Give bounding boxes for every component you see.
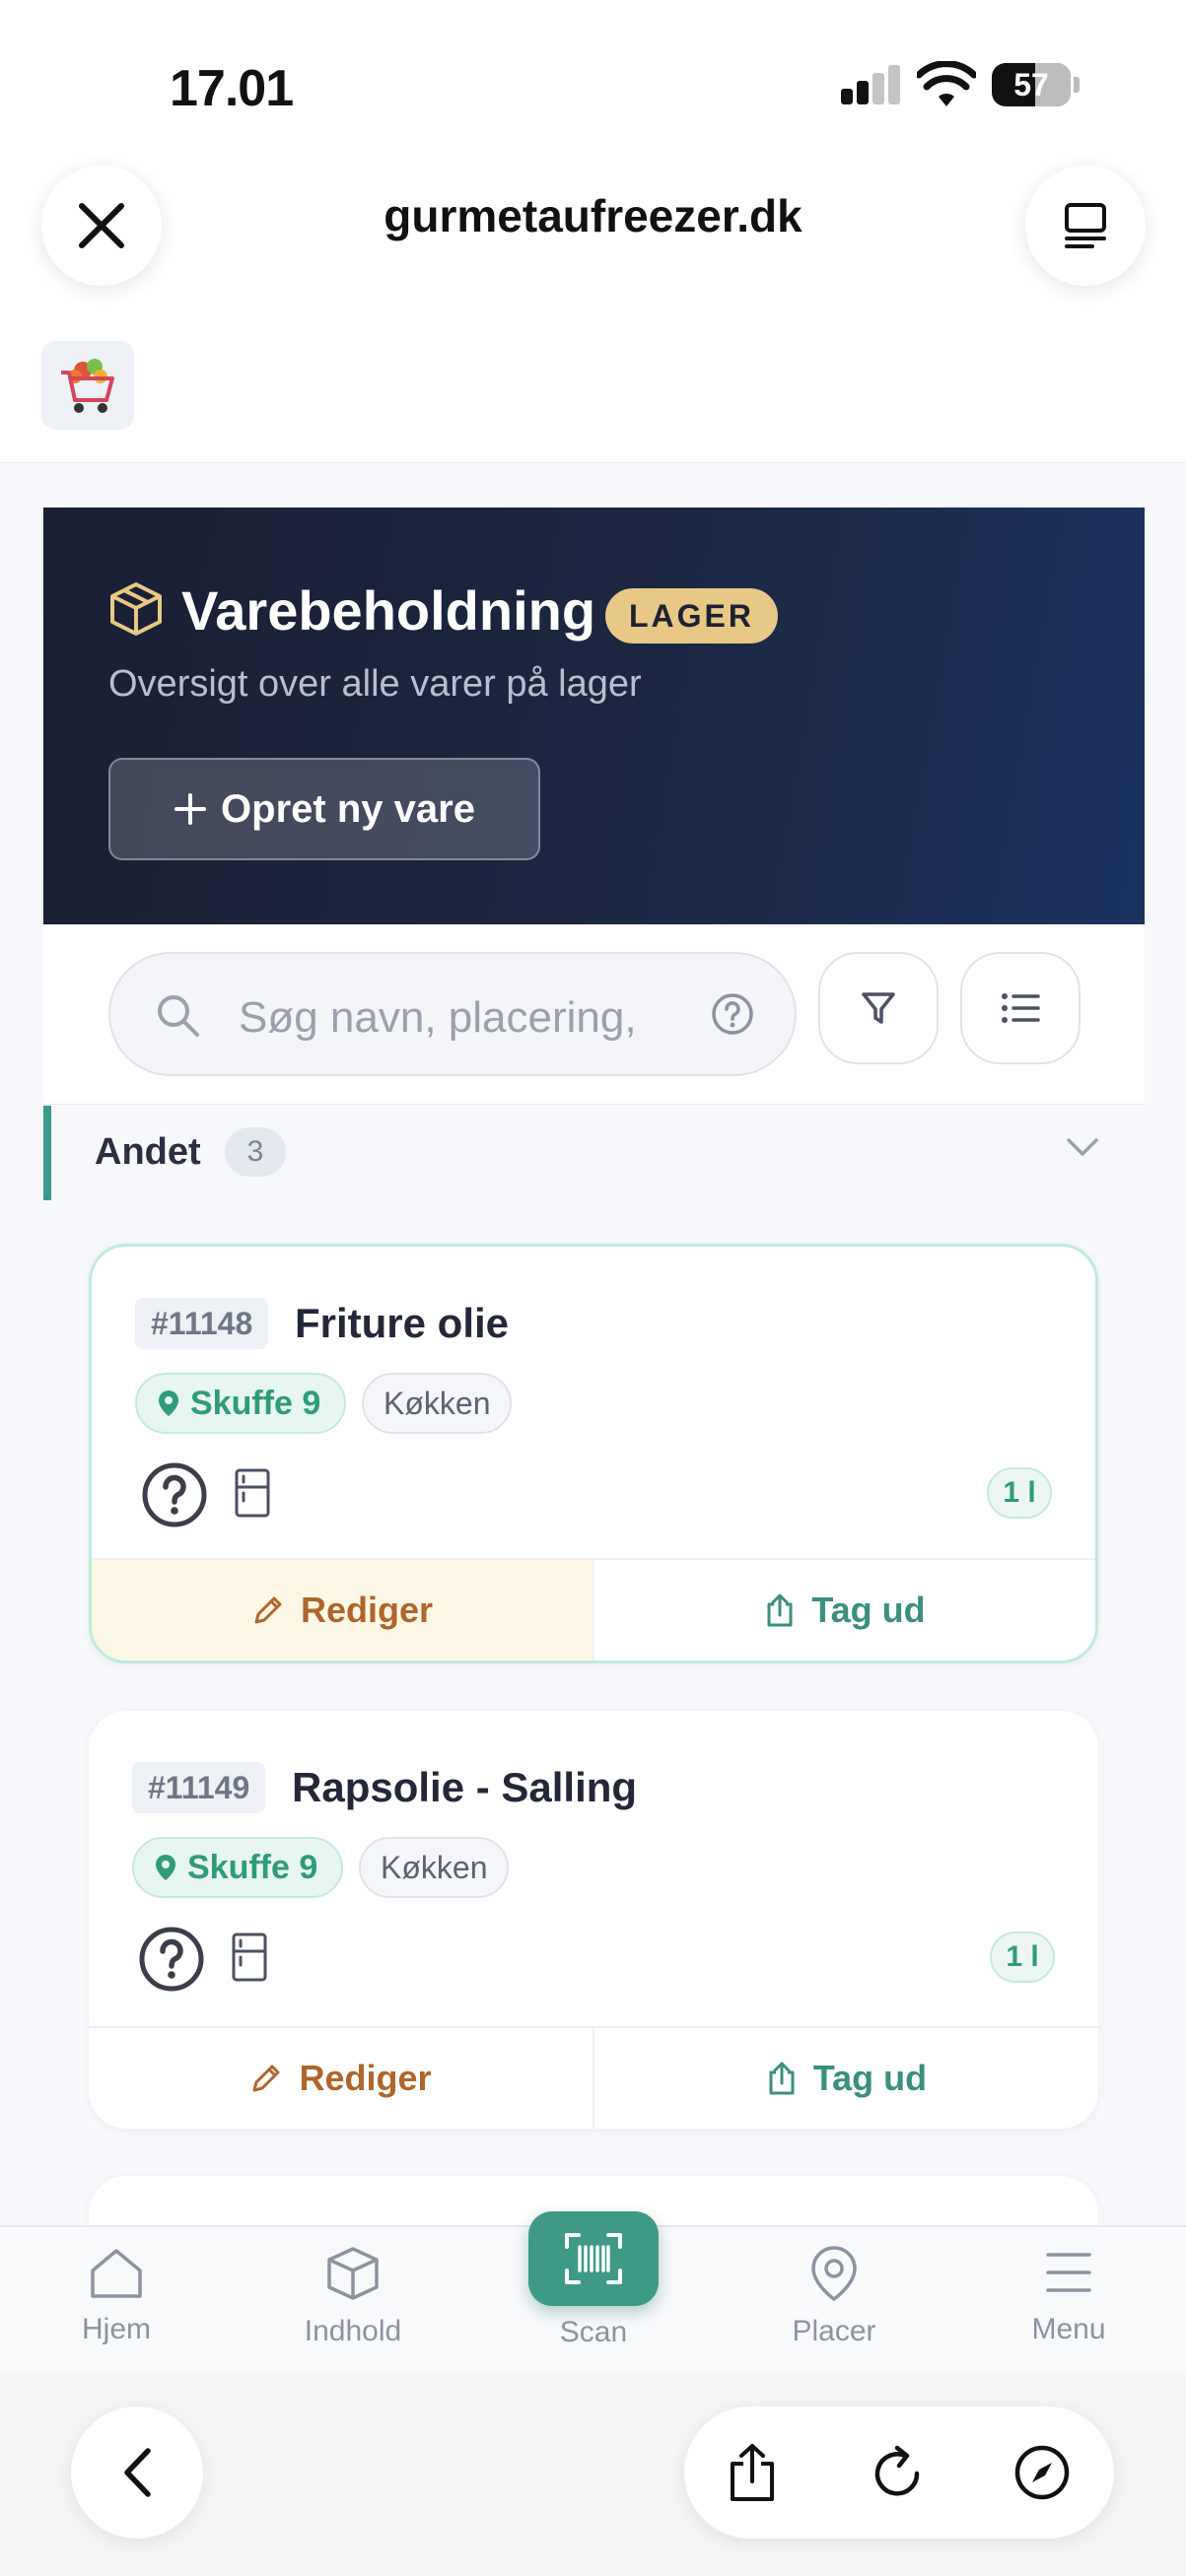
room-chip[interactable]: Køkken xyxy=(362,1373,513,1434)
reload-icon xyxy=(874,2445,920,2496)
site-favicon xyxy=(41,341,134,430)
nav-contents[interactable]: Indhold xyxy=(264,2245,442,2348)
chevron-down-icon[interactable] xyxy=(1065,1135,1100,1159)
menu-icon xyxy=(1046,2253,1091,2292)
card-actions: Rediger Tag ud xyxy=(92,1558,1095,1661)
battery-icon: 57 xyxy=(992,63,1071,106)
nav-place-label: Placer xyxy=(792,2315,876,2347)
item-name: Rapsolie - Salling xyxy=(292,1764,638,1810)
item-card[interactable]: #11149 Rapsolie - Salling Skuffe 9 Køkke… xyxy=(89,1711,1098,2129)
quantity-badge: 1 l xyxy=(987,1467,1052,1519)
bottom-navigation: Hjem Indhold Scan Placer Menu xyxy=(0,2211,1186,2371)
shopping-cart-icon xyxy=(61,359,114,413)
location-label: Skuffe 9 xyxy=(187,1849,318,1886)
create-item-button[interactable]: Opret ny vare xyxy=(108,758,540,860)
unknown-category-icon xyxy=(139,1927,204,1992)
browser-actions xyxy=(684,2407,1114,2539)
share-icon xyxy=(731,2444,774,2501)
plus-icon xyxy=(174,793,207,825)
page-subtitle: Oversigt over alle varer på lager xyxy=(108,663,642,705)
take-out-button[interactable]: Tag ud xyxy=(594,1560,1095,1661)
take-out-button[interactable]: Tag ud xyxy=(594,2028,1098,2129)
back-button[interactable] xyxy=(71,2407,203,2539)
fridge-icon xyxy=(235,1468,270,1518)
nav-contents-label: Indhold xyxy=(304,2315,402,2347)
filter-button[interactable] xyxy=(818,952,939,1064)
chevron-left-icon xyxy=(124,2448,151,2497)
compass-icon xyxy=(1014,2445,1070,2500)
item-name: Friture olie xyxy=(295,1300,510,1346)
edit-label: Rediger xyxy=(300,1590,434,1630)
item-card[interactable]: #11148 Friture olie Skuffe 9 Køkken 1 l … xyxy=(89,1244,1098,1663)
list-icon xyxy=(1002,993,1040,1023)
edit-button[interactable]: Rediger xyxy=(89,2028,594,2129)
edit-label: Rediger xyxy=(299,2058,432,2098)
cellular-signal-icon xyxy=(841,65,900,104)
wifi-icon xyxy=(917,61,976,106)
nav-menu[interactable]: Menu xyxy=(980,2245,1157,2346)
lager-badge: LAGER xyxy=(605,588,778,644)
quantity-badge: 1 l xyxy=(990,1932,1055,1983)
take-out-label: Tag ud xyxy=(812,2058,928,2098)
inventory-hero: Varebeholdning LAGER Oversigt over alle … xyxy=(43,508,1145,924)
url-text[interactable]: gurmetaufreezer.dk xyxy=(246,189,940,242)
help-icon[interactable] xyxy=(710,991,755,1037)
scan-button[interactable] xyxy=(528,2211,659,2306)
search-icon xyxy=(158,995,199,1037)
location-chip[interactable]: Skuffe 9 xyxy=(132,1837,344,1898)
page-title: Varebeholdning xyxy=(181,579,596,642)
home-icon xyxy=(91,2249,142,2298)
nav-menu-label: Menu xyxy=(1031,2313,1106,2345)
barcode-scan-icon xyxy=(565,2233,622,2284)
search-input[interactable]: Søg navn, placering, xyxy=(108,952,797,1076)
share-button[interactable] xyxy=(720,2440,785,2505)
pencil-icon xyxy=(252,2065,280,2092)
location-pin-icon xyxy=(811,2246,857,2302)
reader-icon xyxy=(1065,203,1106,248)
search-placeholder: Søg navn, placering, xyxy=(239,993,637,1042)
location-label: Skuffe 9 xyxy=(190,1385,321,1422)
share-out-icon xyxy=(769,2062,795,2095)
status-time: 17.01 xyxy=(170,60,294,117)
edit-button[interactable]: Rediger xyxy=(92,1560,594,1661)
nav-scan-label: Scan xyxy=(559,2316,628,2348)
location-pin-icon xyxy=(156,1855,175,1880)
nav-home[interactable]: Hjem xyxy=(28,2245,205,2346)
fridge-icon xyxy=(232,1932,267,1982)
room-chip[interactable]: Køkken xyxy=(359,1837,510,1898)
reload-button[interactable] xyxy=(866,2440,931,2505)
close-tab-button[interactable] xyxy=(41,166,162,286)
box-icon xyxy=(327,2247,379,2300)
nav-place[interactable]: Placer xyxy=(745,2245,923,2348)
card-actions: Rediger Tag ud xyxy=(89,2026,1098,2129)
category-accent-bar xyxy=(43,1106,51,1200)
create-item-label: Opret ny vare xyxy=(221,786,475,831)
reader-button[interactable] xyxy=(1025,166,1146,286)
box-icon xyxy=(110,582,162,636)
item-id: #11148 xyxy=(135,1298,269,1349)
battery-level: 57 xyxy=(1013,67,1049,102)
search-toolbar: Søg navn, placering, xyxy=(43,924,1145,1105)
category-name: Andet xyxy=(95,1131,201,1173)
nav-home-label: Hjem xyxy=(81,2313,151,2345)
take-out-label: Tag ud xyxy=(811,1590,926,1630)
filter-icon xyxy=(862,992,895,1024)
share-out-icon xyxy=(767,1593,793,1627)
pencil-icon xyxy=(254,1596,282,1624)
browser-top-bar: 17.01 57 gurmetaufreezer.dk xyxy=(0,0,1186,463)
unknown-category-icon xyxy=(142,1462,207,1527)
browser-bottom-toolbar xyxy=(0,2371,1186,2576)
location-chip[interactable]: Skuffe 9 xyxy=(135,1373,347,1434)
category-count-badge: 3 xyxy=(225,1127,286,1177)
location-pin-icon xyxy=(159,1390,178,1416)
list-view-button[interactable] xyxy=(960,952,1081,1064)
compass-button[interactable] xyxy=(1010,2440,1075,2505)
close-icon xyxy=(79,203,124,248)
item-id: #11149 xyxy=(132,1762,266,1813)
category-header[interactable]: Andet 3 xyxy=(43,1106,1145,1200)
